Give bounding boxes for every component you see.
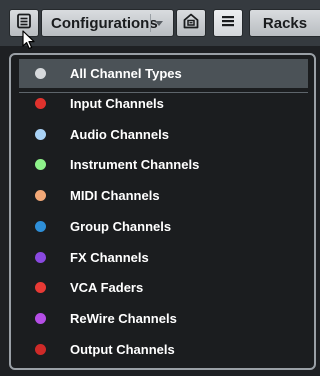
channel-color-dot (35, 190, 46, 201)
menu-item-label: Audio Channels (70, 127, 169, 142)
menu-item-label: VCA Faders (70, 280, 144, 295)
dropdown-separator (150, 14, 151, 32)
menu-item-output-channels[interactable]: Output Channels (19, 335, 308, 364)
channel-types-menu: All Channel Types Input Channels Audio C… (9, 53, 316, 370)
menu-item-label: Group Channels (70, 219, 172, 234)
configurations-dropdown[interactable]: Configurations (41, 9, 174, 37)
channel-color-dot (35, 252, 46, 263)
channel-color-dot (35, 68, 46, 79)
menu-item-rewire-channels[interactable]: ReWire Channels (19, 304, 308, 333)
chevron-down-icon (155, 21, 163, 26)
menu-item-label: ReWire Channels (70, 311, 177, 326)
menu-item-label: MIDI Channels (70, 188, 160, 203)
channel-color-dot (35, 282, 46, 293)
configurations-label: Configurations (51, 14, 158, 32)
menu-item-instrument-channels[interactable]: Instrument Channels (19, 150, 308, 179)
menu-item-label: FX Channels (70, 250, 149, 265)
channel-color-dot (35, 344, 46, 355)
menu-item-label: Instrument Channels (70, 157, 200, 172)
menu-item-label: Output Channels (70, 342, 175, 357)
save-configuration-button[interactable] (176, 9, 206, 37)
menu-item-all-channel-types[interactable]: All Channel Types (19, 59, 308, 88)
mixer-toolbar: Configurations Racks (0, 0, 320, 46)
menu-item-midi-channels[interactable]: MIDI Channels (19, 181, 308, 210)
menu-item-label: All Channel Types (70, 66, 182, 81)
save-configuration-icon (182, 12, 200, 34)
channel-color-dot (35, 221, 46, 232)
menu-item-input-channels[interactable]: Input Channels (19, 89, 308, 118)
channel-color-dot (35, 313, 46, 324)
menu-item-label: Input Channels (70, 96, 164, 111)
menu-item-audio-channels[interactable]: Audio Channels (19, 120, 308, 149)
racks-button[interactable]: Racks (249, 9, 320, 37)
view-options-button[interactable] (213, 9, 243, 37)
racks-label: Racks (262, 14, 308, 32)
hamburger-icon (221, 14, 235, 32)
channel-color-dot (35, 98, 46, 109)
channel-color-dot (35, 129, 46, 140)
menu-item-vca-faders[interactable]: VCA Faders (19, 273, 308, 302)
menu-item-group-channels[interactable]: Group Channels (19, 212, 308, 241)
mouse-pointer-icon (22, 30, 36, 55)
channel-color-dot (35, 159, 46, 170)
menu-item-fx-channels[interactable]: FX Channels (19, 243, 308, 272)
